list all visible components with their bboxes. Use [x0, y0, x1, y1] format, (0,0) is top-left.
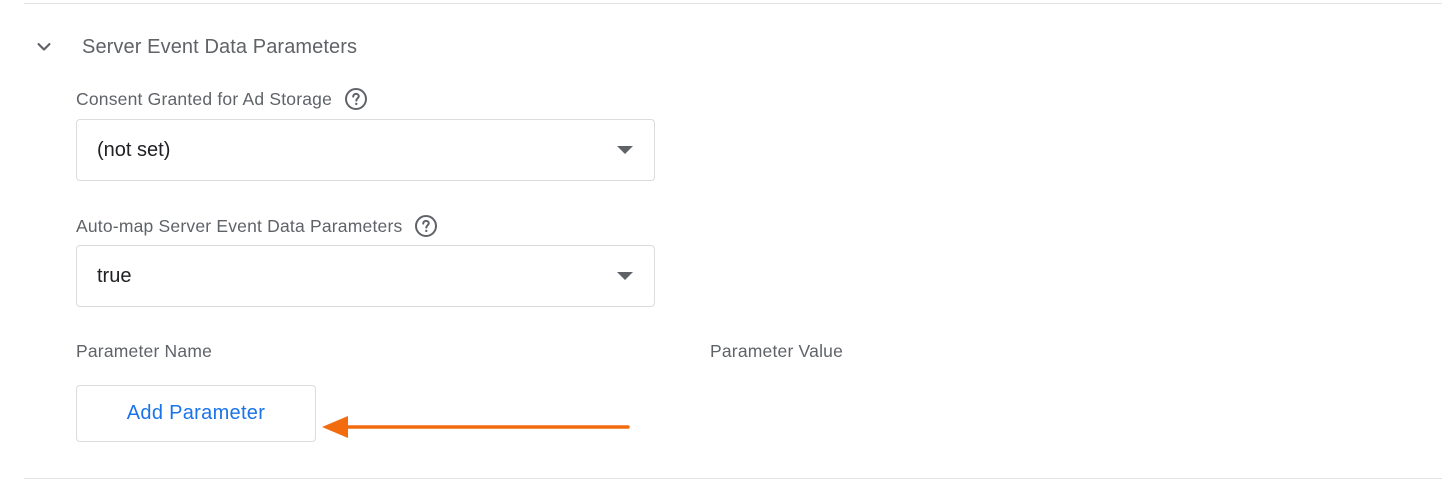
- automap-label-text: Auto-map Server Event Data Parameters: [76, 215, 403, 236]
- consent-field-label: Consent Granted for Ad Storage: [76, 87, 368, 111]
- dropdown-arrow-icon: [617, 272, 633, 280]
- chevron-down-icon[interactable]: [30, 33, 58, 61]
- consent-select-value: (not set): [97, 138, 171, 161]
- automap-field-label: Auto-map Server Event Data Parameters: [76, 214, 438, 238]
- automap-select-value: true: [97, 264, 132, 287]
- parameter-name-header: Parameter Name: [76, 341, 213, 361]
- consent-select[interactable]: (not set): [76, 119, 655, 181]
- help-icon[interactable]: [344, 87, 368, 111]
- section-header: Server Event Data Parameters: [30, 30, 357, 64]
- consent-label-text: Consent Granted for Ad Storage: [76, 88, 333, 109]
- add-parameter-button[interactable]: Add Parameter: [76, 385, 316, 442]
- section-title: Server Event Data Parameters: [82, 35, 358, 58]
- server-event-data-panel: Server Event Data Parameters Consent Gra…: [0, 0, 1442, 480]
- annotation-arrow-icon: [322, 416, 630, 438]
- automap-select[interactable]: true: [76, 245, 655, 307]
- dropdown-arrow-icon: [617, 146, 633, 154]
- top-divider: [24, 3, 1442, 4]
- bottom-divider: [24, 478, 1442, 479]
- help-icon[interactable]: [414, 214, 438, 238]
- parameter-value-header: Parameter Value: [710, 341, 844, 361]
